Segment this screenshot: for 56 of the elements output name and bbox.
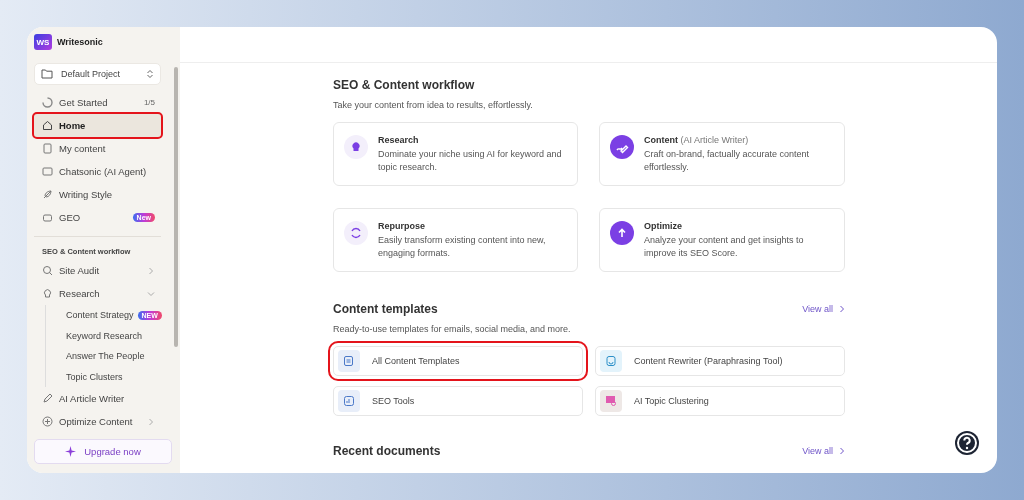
chevron-updown-icon — [146, 69, 154, 79]
nav-item[interactable]: AI Article Writer — [34, 387, 161, 410]
nav-item[interactable]: My content — [34, 137, 161, 160]
feather-icon — [42, 189, 53, 200]
doc-icon — [338, 350, 360, 372]
nav-item[interactable]: Site Audit — [34, 259, 161, 282]
workflow-card[interactable]: Content (AI Article Writer) Craft on-brand, factually accurate content effortlessly. — [599, 122, 845, 186]
nav-item[interactable]: Writing Style — [34, 183, 161, 206]
brand-name: Writesonic — [57, 37, 103, 47]
card-description: Analyze your content and get insights to improve its SEO Score. — [644, 234, 805, 260]
workflow-card[interactable]: Research Dominate your niche using AI for keyword and topic research. — [333, 122, 578, 186]
view-all-link[interactable]: View all — [802, 304, 845, 314]
sparkle-icon — [65, 446, 77, 457]
doc-icon — [42, 143, 53, 154]
card-title: Content (AI Article Writer) — [644, 135, 750, 145]
nav-item[interactable]: Chatsonic (AI Agent) — [34, 160, 161, 183]
chart-icon — [338, 390, 360, 412]
section-subtitle: Take your content from idea to results, effortlessly. — [333, 100, 534, 110]
section-title: Content templates — [333, 302, 438, 316]
template-card[interactable]: Content Rewriter (Paraphrasing Tool) — [595, 346, 845, 376]
nav-item[interactable]: Home — [34, 114, 161, 137]
pencil-icon — [42, 393, 53, 404]
project-selector[interactable]: Default Project — [34, 63, 161, 85]
bulb-icon — [42, 288, 53, 299]
nav-subitem[interactable]: Topic Clusters — [66, 366, 172, 387]
template-card[interactable]: SEO Tools — [333, 386, 583, 416]
plus-icon — [42, 416, 53, 427]
section-title: SEO & Content workflow — [333, 78, 476, 92]
view-all-link[interactable]: View all — [802, 446, 845, 456]
nav-subitem[interactable]: Answer The People — [66, 346, 172, 367]
progress-count: 1/5 — [143, 98, 155, 107]
card-description: Craft on-brand, factually accurate content effortlessly. — [644, 148, 811, 174]
home-icon — [42, 120, 53, 131]
nav-subitem[interactable]: Keyword Research — [66, 325, 172, 346]
workflow-card[interactable]: Repurpose Easily transform existing content into new, engaging formats. — [333, 208, 578, 272]
folder-icon — [41, 69, 53, 79]
scrollbar[interactable] — [174, 67, 178, 347]
section-subtitle: Ready-to-use templates for emails, social media, and more. — [333, 324, 572, 334]
chevron-right-icon — [839, 447, 845, 455]
card-title: Research — [378, 135, 420, 145]
search-icon — [42, 265, 53, 276]
workflow-card[interactable]: Optimize Analyze your content and get insights to improve its SEO Score. — [599, 208, 845, 272]
card-description: Dominate your niche using AI for keyword and topic research. — [378, 148, 563, 174]
nav-item[interactable]: Get Started 1/5 — [34, 91, 161, 114]
section-title: Recent documents — [333, 444, 441, 458]
spinner-icon — [42, 97, 53, 108]
logo-icon: WS — [34, 34, 52, 50]
chevron-right-icon — [839, 305, 845, 313]
template-card[interactable]: AI Topic Clustering — [595, 386, 845, 416]
nav-item[interactable]: Optimize Content — [34, 410, 161, 433]
nav-item[interactable]: Research — [34, 282, 161, 305]
card-description: Easily transform existing content into new, engaging formats. — [378, 234, 547, 260]
card-title: Repurpose — [378, 221, 426, 231]
upgrade-button[interactable]: Upgrade now — [34, 439, 172, 464]
help-icon[interactable] — [954, 430, 980, 456]
card-title: Optimize — [644, 221, 683, 231]
